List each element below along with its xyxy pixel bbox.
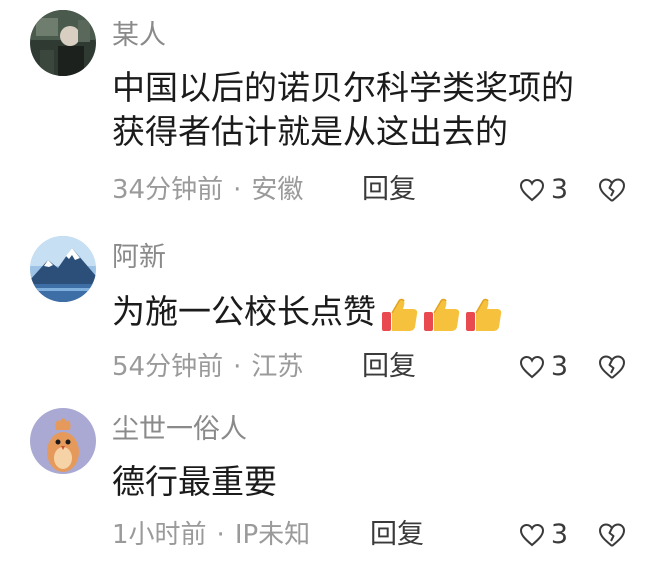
- separator: ·: [216, 520, 225, 550]
- like-count: 3: [550, 519, 568, 550]
- emoji-row: [380, 292, 506, 336]
- reply-button[interactable]: 回复: [362, 350, 416, 384]
- comment-item: 某人 中国以后的诺贝尔科学类奖项的 获得者估计就是从这出去的 34分钟前 · 安徽 …: [0, 0, 660, 210]
- like-button[interactable]: 3: [519, 350, 568, 384]
- avatar[interactable]: [30, 408, 96, 474]
- separator: ·: [233, 175, 242, 205]
- like-button[interactable]: 3: [519, 518, 568, 552]
- timestamp: 1小时前: [112, 520, 207, 550]
- dislike-button[interactable]: [598, 350, 628, 384]
- timestamp: 54分钟前: [112, 352, 224, 382]
- comment-item: 阿新 为施一公校长点赞 54分钟前 · 江苏 回复 3: [0, 210, 660, 390]
- username[interactable]: 阿新: [112, 242, 166, 274]
- reply-button[interactable]: 回复: [362, 173, 416, 207]
- dislike-button[interactable]: [598, 518, 628, 552]
- heart-icon: [519, 355, 544, 379]
- comment-text: 为施一公校长点赞: [112, 290, 642, 336]
- comment-text-line: 为施一公校长点赞: [112, 290, 642, 336]
- avatar[interactable]: [30, 10, 96, 76]
- thumbs-up-icon: [466, 298, 502, 331]
- username[interactable]: 尘世一俗人: [112, 414, 247, 446]
- broken-heart-icon: [599, 523, 626, 547]
- avatar[interactable]: [30, 236, 96, 302]
- thumbs-up-icon: [424, 298, 460, 331]
- broken-heart-icon: [599, 355, 626, 379]
- comment-item: 尘世一俗人 德行最重要 1小时前 · IP未知 回复 3: [0, 390, 660, 574]
- like-count: 3: [550, 174, 568, 205]
- timestamp: 34分钟前: [112, 175, 224, 205]
- dislike-button[interactable]: [598, 173, 628, 207]
- comment-text-line: 获得者估计就是从这出去的: [112, 112, 508, 151]
- like-button[interactable]: 3: [519, 173, 568, 207]
- username[interactable]: 某人: [112, 20, 166, 52]
- cartoon-bird-avatar-icon: [30, 408, 96, 474]
- dark-portrait-avatar-icon: [30, 10, 96, 76]
- location: 安徽: [251, 175, 304, 205]
- heart-icon: [519, 178, 544, 202]
- snowy-mountain-avatar-icon: [30, 236, 96, 302]
- reply-button[interactable]: 回复: [370, 518, 424, 552]
- separator: ·: [233, 352, 242, 382]
- comment-text-line: 德行最重要: [112, 462, 277, 501]
- comment-text-body: 为施一公校长点赞: [112, 292, 376, 331]
- comment-text-line: 中国以后的诺贝尔科学类奖项的: [112, 68, 574, 107]
- heart-icon: [519, 523, 544, 547]
- broken-heart-icon: [599, 178, 626, 202]
- comment-text: 中国以后的诺贝尔科学类奖项的 获得者估计就是从这出去的: [112, 66, 642, 154]
- location: 江苏: [251, 352, 304, 382]
- like-count: 3: [550, 351, 568, 382]
- thumbs-up-icon: [382, 298, 418, 331]
- comment-text: 德行最重要: [112, 460, 642, 504]
- location: IP未知: [234, 520, 311, 550]
